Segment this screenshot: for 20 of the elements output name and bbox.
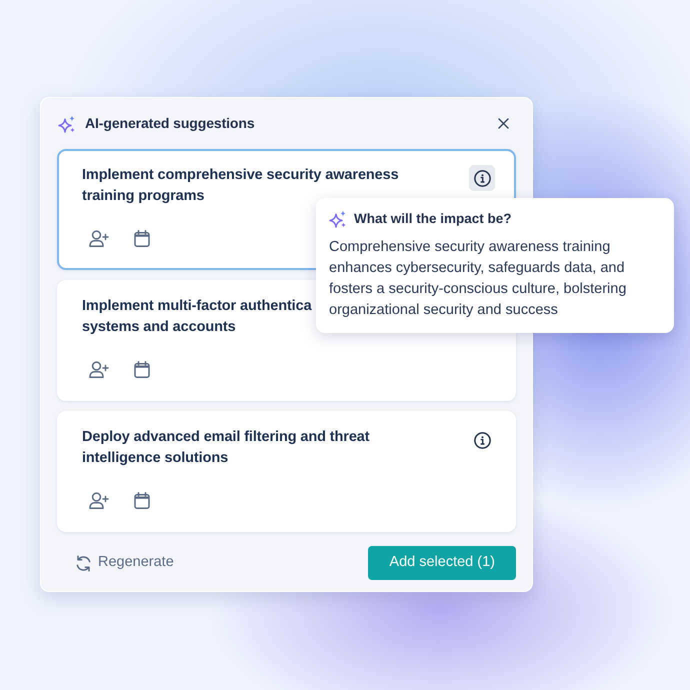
suggestion-title: Implement comprehensive security awareness training programs bbox=[82, 166, 399, 206]
suggestion-title: Implement multi-factor authentica systems and accounts bbox=[82, 297, 312, 337]
calendar-icon[interactable] bbox=[134, 230, 150, 247]
regenerate-button[interactable]: Regenerate bbox=[75, 552, 174, 574]
close-icon[interactable] bbox=[498, 118, 509, 129]
sparkle-icon bbox=[58, 114, 76, 132]
suggestion-title: Deploy advanced email filtering and threat intelligence solutions bbox=[82, 428, 370, 468]
panel-title: AI-generated suggestions bbox=[85, 114, 255, 133]
person-plus-icon[interactable] bbox=[89, 361, 109, 378]
calendar-icon[interactable] bbox=[134, 361, 150, 378]
info-icon bbox=[474, 170, 490, 186]
tooltip-title: What will the impact be? bbox=[354, 210, 512, 228]
info-icon[interactable] bbox=[474, 432, 490, 448]
sparkle-icon bbox=[329, 210, 347, 228]
info-button[interactable] bbox=[469, 165, 495, 191]
person-plus-icon[interactable] bbox=[89, 492, 109, 509]
suggestion-card[interactable]: Deploy advanced email filtering and threat intelligence solutions bbox=[57, 411, 516, 532]
refresh-icon bbox=[75, 554, 92, 572]
calendar-icon[interactable] bbox=[134, 492, 150, 509]
person-plus-icon[interactable] bbox=[89, 230, 109, 247]
